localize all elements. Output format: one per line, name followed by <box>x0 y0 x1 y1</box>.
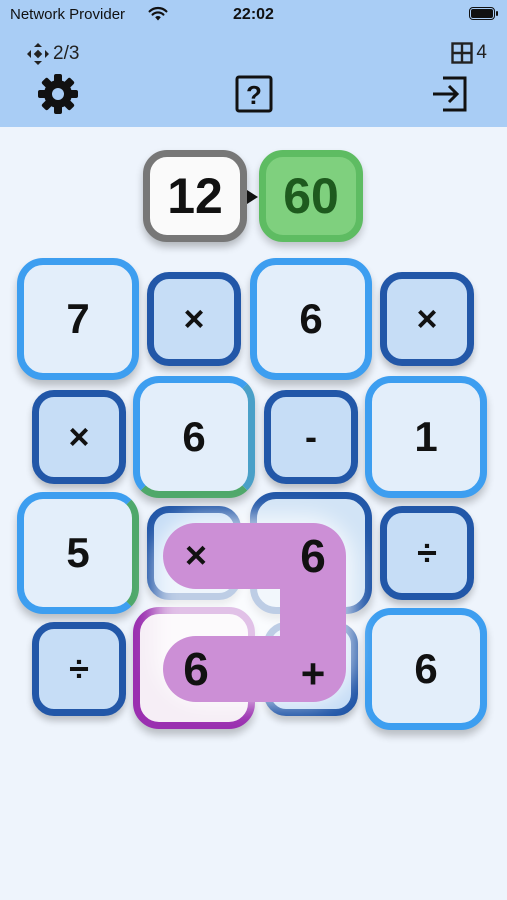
tile-r2c4[interactable]: 1 <box>365 376 487 498</box>
tile-r2c1[interactable]: × <box>32 390 126 484</box>
tile-r4c1[interactable]: ÷ <box>32 622 126 716</box>
svg-text:?: ? <box>246 80 262 110</box>
tile-r1c3[interactable]: 6 <box>250 258 372 380</box>
goal-value: 60 <box>259 150 363 242</box>
gear-icon <box>38 74 78 114</box>
tile-r2c3[interactable]: - <box>264 390 358 484</box>
move-arrows-icon <box>27 43 49 65</box>
current-value: 12 <box>143 150 247 242</box>
level-progress: 2/3 <box>26 42 79 66</box>
grid-icon <box>451 42 474 64</box>
target-display: 12 60 <box>0 150 507 245</box>
exit-icon <box>433 76 467 112</box>
tile-r1c2[interactable]: × <box>147 272 241 366</box>
tile-r4c4[interactable]: 6 <box>365 608 487 730</box>
path-step-1: × <box>184 534 208 577</box>
battery-icon <box>469 7 498 20</box>
tile-r3c1[interactable]: 5 <box>17 492 139 614</box>
grid-size-label: 4 <box>476 42 487 63</box>
arrow-right-icon <box>247 190 258 204</box>
path-step-2: 6 <box>300 530 326 582</box>
grid-size-indicator: 4 <box>451 42 487 64</box>
level-progress-label: 2/3 <box>53 43 80 64</box>
path-step-4: 6 <box>183 643 209 695</box>
exit-button[interactable] <box>427 72 471 116</box>
question-box-icon: ? <box>235 75 273 113</box>
tile-r1c4[interactable]: × <box>380 272 474 366</box>
tile-r2c2[interactable]: 6 <box>133 376 255 498</box>
settings-button[interactable] <box>36 72 80 116</box>
tile-r3c4[interactable]: ÷ <box>380 506 474 600</box>
tile-r1c1[interactable]: 7 <box>17 258 139 380</box>
help-button[interactable]: ? <box>232 72 276 116</box>
top-bar: Network Provider 22:02 2/3 4 ? <box>0 0 507 127</box>
path-step-3: + <box>300 650 326 697</box>
clock: 22:02 <box>233 6 274 23</box>
